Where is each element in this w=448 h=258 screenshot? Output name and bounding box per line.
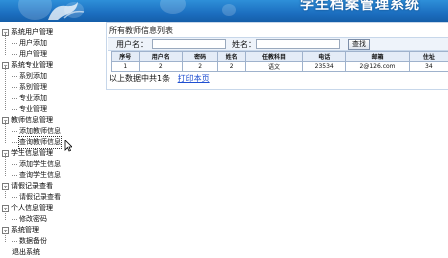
search-bar: 用户名： 姓名： 查找 xyxy=(108,37,448,51)
sidebar-group-label: 系统专业管理 xyxy=(11,60,53,71)
tree-connector xyxy=(12,164,17,165)
table-cell: 23534 xyxy=(303,62,346,72)
tree-connector xyxy=(12,131,17,132)
tree-connector xyxy=(12,76,17,77)
tree-guide-line xyxy=(5,231,6,242)
sidebar-item[interactable]: 用户管理 xyxy=(12,49,47,60)
tree-guide-line xyxy=(5,33,6,55)
sidebar-item[interactable]: 专业管理 xyxy=(12,104,47,115)
sidebar-group-6[interactable]: −系统管理 xyxy=(2,225,39,236)
header-bubble-decoration xyxy=(222,4,236,16)
tree-guide-line xyxy=(5,121,6,143)
sidebar-item-label: 查询学生信息 xyxy=(19,170,61,181)
sidebar-group-label: 系统管理 xyxy=(11,225,39,236)
sidebar-group-4[interactable]: −请假记录查看 xyxy=(2,181,53,192)
teacher-list-panel: 所有教师信息列表 用户名： 姓名： 查找 序号用户名密码姓名任教科目电话邮箱住址… xyxy=(106,22,448,90)
sidebar-group-5[interactable]: −个人信息管理 xyxy=(2,203,53,214)
sidebar-group-label: 个人信息管理 xyxy=(11,203,53,214)
logo-icon xyxy=(44,0,90,22)
sidebar-group-3[interactable]: −学生信息管理 xyxy=(2,148,53,159)
tree-connector xyxy=(12,87,17,88)
tree-connector xyxy=(12,98,17,99)
username-label: 用户名： xyxy=(116,39,148,50)
column-header: 用户名 xyxy=(139,52,182,62)
sidebar-item-label: 请假记录查看 xyxy=(19,192,61,203)
username-search-input[interactable] xyxy=(152,39,226,49)
tree-guide-line xyxy=(5,209,6,220)
table-header-row: 序号用户名密码姓名任教科目电话邮箱住址 xyxy=(112,52,448,62)
sidebar-group-1[interactable]: −系统专业管理 xyxy=(2,60,53,71)
sidebar-item-label: 数据备份 xyxy=(19,236,47,247)
column-header: 住址 xyxy=(409,52,448,62)
page-title: 所有教师信息列表 xyxy=(109,25,173,36)
table-footer: 以上数据中共1条 打印本页 xyxy=(109,73,210,84)
tree-connector xyxy=(12,175,17,176)
sidebar-item[interactable]: 系别管理 xyxy=(12,82,47,93)
sidebar-item-label: 专业添加 xyxy=(19,93,47,104)
tree-connector xyxy=(12,43,17,44)
table-cell: 2@126.com xyxy=(346,62,409,72)
sidebar-item[interactable]: 添加学生信息 xyxy=(12,159,61,170)
tree-connector xyxy=(12,197,17,198)
search-button[interactable]: 查找 xyxy=(348,39,370,50)
sidebar-item[interactable]: 用户添加 xyxy=(12,38,47,49)
table-cell: 2 xyxy=(182,62,217,72)
sidebar-item[interactable]: 专业添加 xyxy=(12,93,47,104)
sidebar-group-2[interactable]: −教师信息管理 xyxy=(2,115,53,126)
sidebar-item-label: 添加教师信息 xyxy=(19,126,61,137)
system-title: 学生档案管理系统 xyxy=(300,0,420,14)
tree-connector xyxy=(12,109,17,110)
sidebar-item-label: 系别添加 xyxy=(19,71,47,82)
print-page-link[interactable]: 打印本页 xyxy=(178,74,210,83)
name-search-input[interactable] xyxy=(256,39,340,49)
tree-guide-line xyxy=(5,66,6,110)
column-header: 邮箱 xyxy=(346,52,409,62)
sidebar-group-label: 学生信息管理 xyxy=(11,148,53,159)
column-header: 密码 xyxy=(182,52,217,62)
sidebar-item[interactable]: 系别添加 xyxy=(12,71,47,82)
sidebar-group-label: 教师信息管理 xyxy=(11,115,53,126)
tree-guide-line xyxy=(5,187,6,198)
sidebar-item[interactable]: 查询教师信息 xyxy=(12,137,61,148)
sidebar-item[interactable]: 查询学生信息 xyxy=(12,170,61,181)
sidebar-item-label: 退出系统 xyxy=(12,247,40,258)
table-cell: 2 xyxy=(139,62,182,72)
sidebar-group-label: 请假记录查看 xyxy=(11,181,53,192)
table-cell: 1 xyxy=(112,62,140,72)
sidebar-item[interactable]: 请假记录查看 xyxy=(12,192,61,203)
table-row: 1222语文235342@126.com34 xyxy=(112,62,448,72)
sidebar-item-label: 专业管理 xyxy=(19,104,47,115)
sidebar-item-label: 修改密码 xyxy=(19,214,47,225)
column-header: 任教科目 xyxy=(245,52,302,62)
sidebar-item-label: 添加学生信息 xyxy=(19,159,61,170)
header-bubble-decoration xyxy=(160,0,186,14)
table-cell: 2 xyxy=(218,62,246,72)
sidebar-group-label: 系统用户管理 xyxy=(11,27,53,38)
table-cell: 语文 xyxy=(245,62,302,72)
column-header: 序号 xyxy=(112,52,140,62)
tree-connector xyxy=(12,142,17,143)
sidebar-item[interactable]: 数据备份 xyxy=(12,236,47,247)
sidebar-group-0[interactable]: −系统用户管理 xyxy=(2,27,53,38)
sidebar-item-label: 用户管理 xyxy=(19,49,47,60)
tree-connector xyxy=(12,54,17,55)
table-cell: 34 xyxy=(409,62,448,72)
sidebar-nav: −系统用户管理用户添加用户管理−系统专业管理系别添加系别管理专业添加专业管理−教… xyxy=(0,22,104,252)
name-label: 姓名： xyxy=(232,39,256,50)
record-count-text: 以上数据中共1条 xyxy=(109,74,170,83)
teacher-table: 序号用户名密码姓名任教科目电话邮箱住址 1222语文235342@126.com… xyxy=(111,51,448,72)
sidebar-item-label: 查询教师信息 xyxy=(19,137,61,148)
sidebar-item-label: 用户添加 xyxy=(19,38,47,49)
sidebar-item[interactable]: 修改密码 xyxy=(12,214,47,225)
sidebar-item[interactable]: 添加教师信息 xyxy=(12,126,61,137)
tree-connector xyxy=(12,241,17,242)
header-banner: 学生档案管理系统 xyxy=(0,0,448,22)
mouse-cursor-icon xyxy=(64,140,72,152)
column-header: 姓名 xyxy=(218,52,246,62)
tree-guide-line xyxy=(5,154,6,176)
sidebar-item-label: 系别管理 xyxy=(19,82,47,93)
column-header: 电话 xyxy=(303,52,346,62)
sidebar-item[interactable]: 退出系统 xyxy=(12,247,40,258)
tree-connector xyxy=(12,219,17,220)
